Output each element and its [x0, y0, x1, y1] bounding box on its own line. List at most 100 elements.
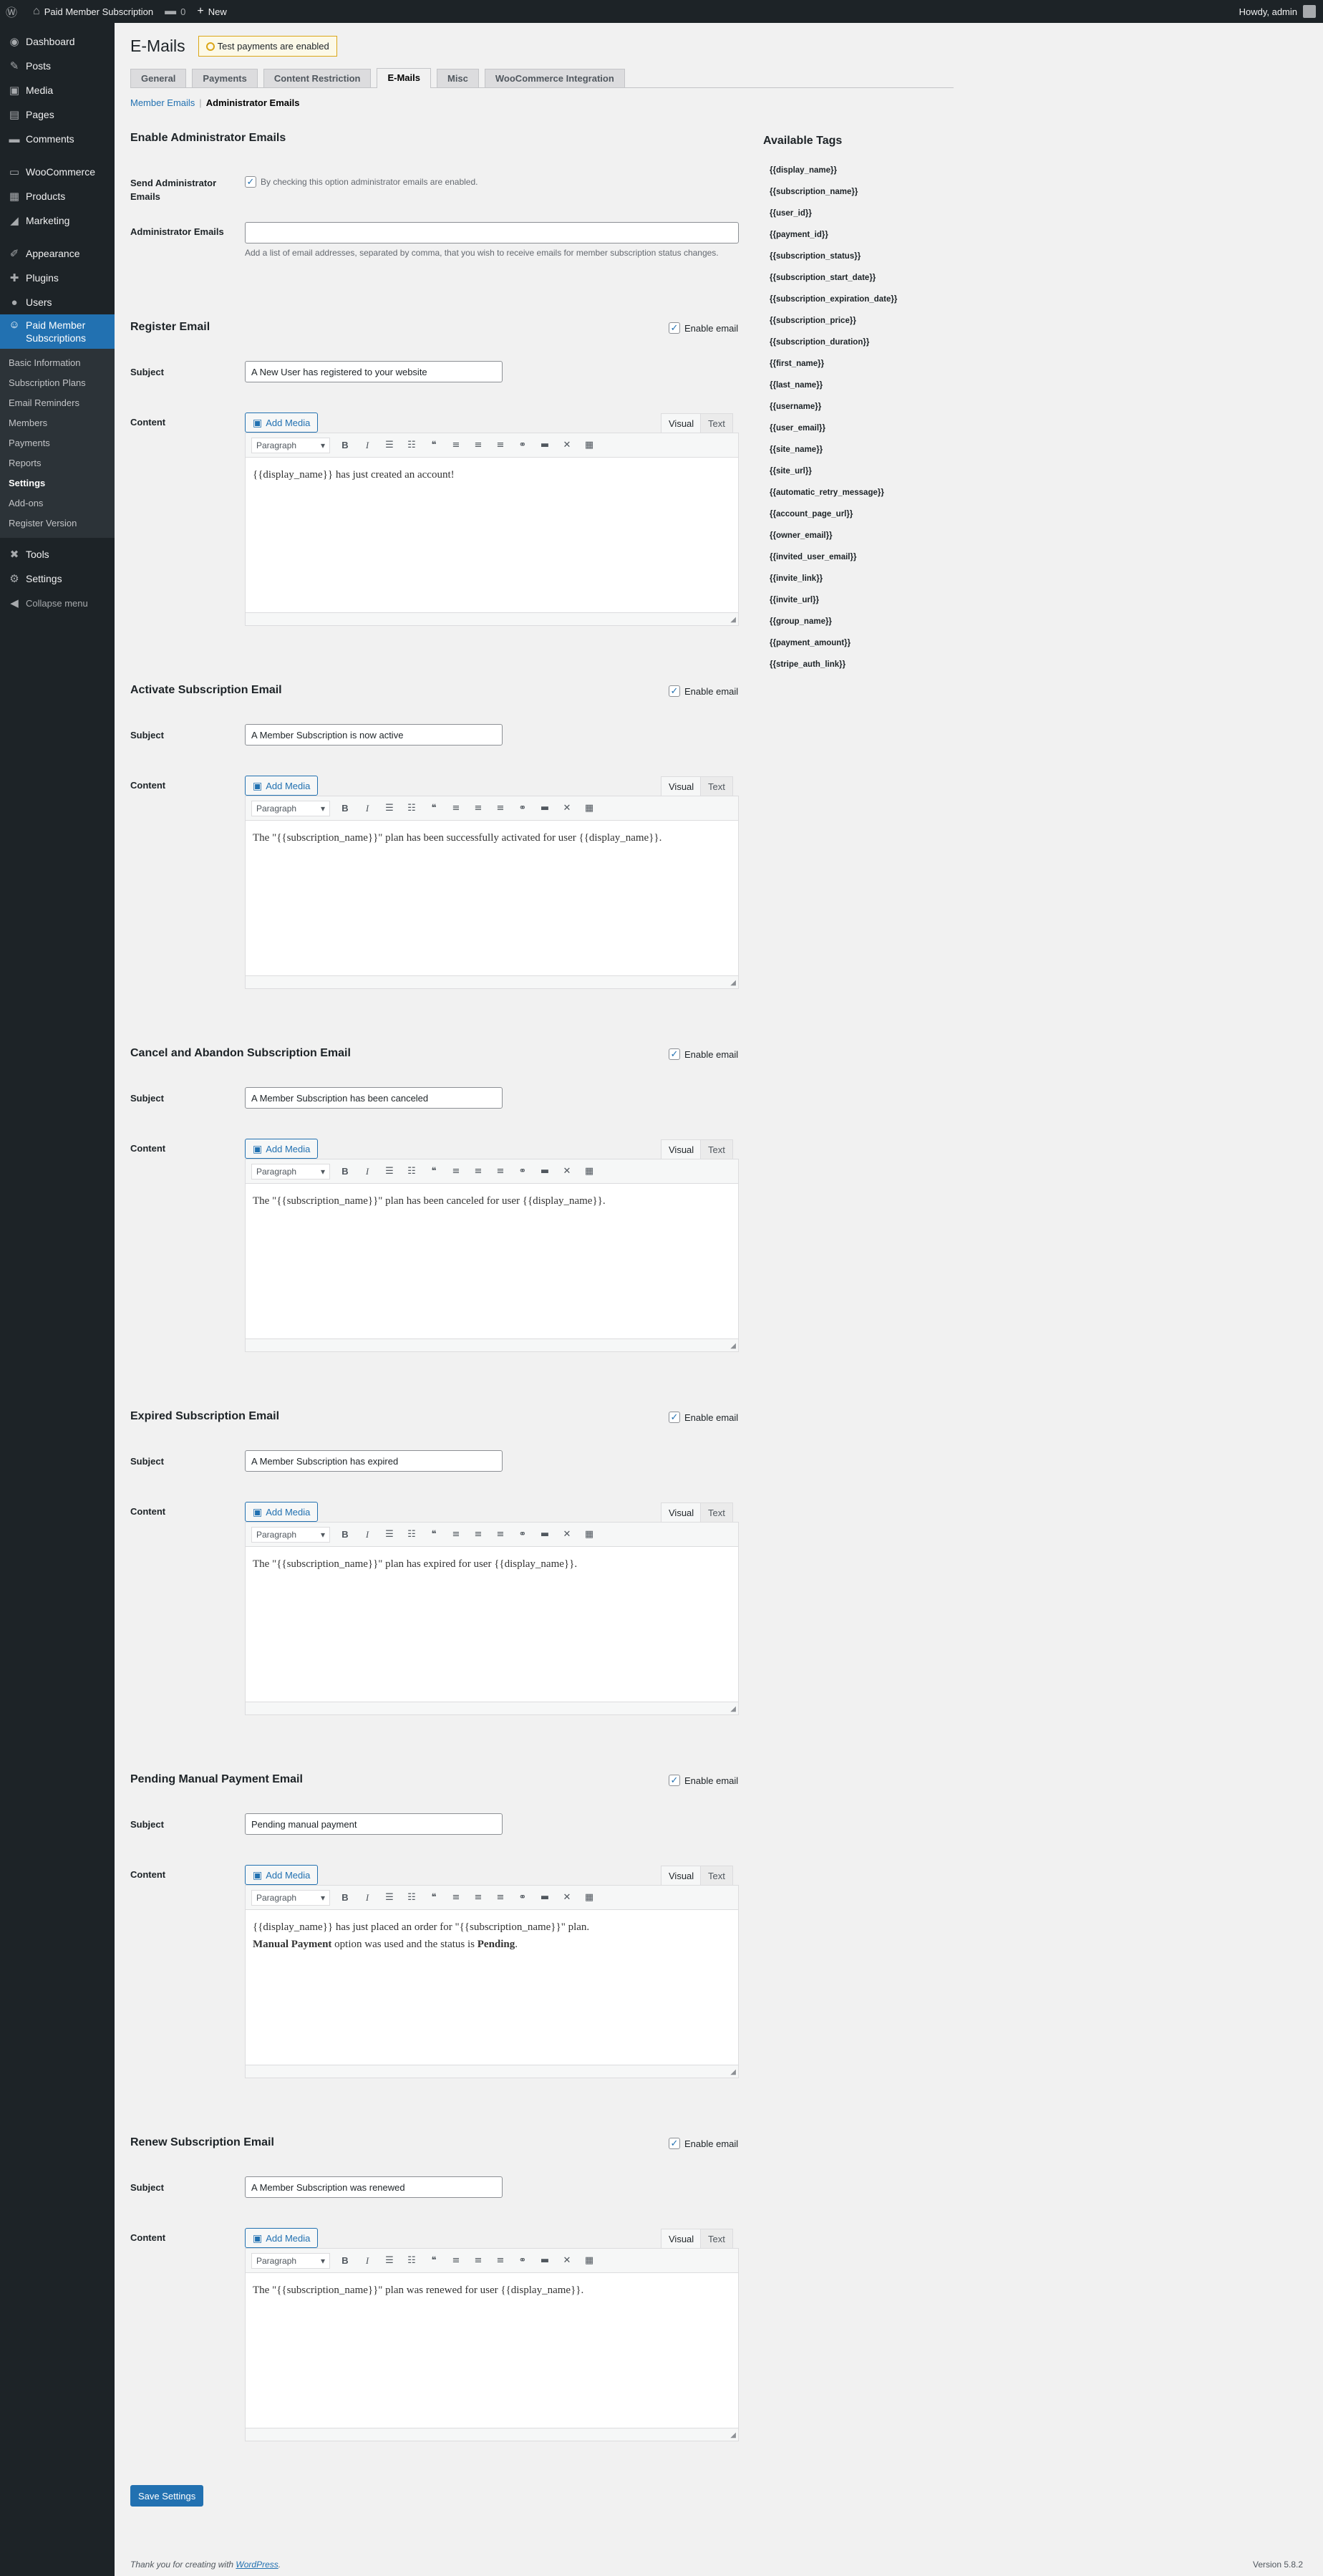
bullet-list-icon[interactable]: ☰ [382, 2253, 397, 2269]
paragraph-format-select[interactable]: Paragraph ▾ [251, 800, 330, 816]
expired-subscription-email-visual-tab[interactable]: Visual [661, 1502, 702, 1522]
pending-manual-payment-email-subject-input[interactable]: Pending manual payment [245, 1813, 503, 1835]
my-account-link[interactable]: Howdy, admin [1239, 5, 1323, 18]
enable-email-checkbox[interactable]: ✓ [669, 685, 680, 697]
submenu-item-register-version[interactable]: Register Version [0, 513, 115, 534]
align-center-icon[interactable]: ≡ [470, 1527, 486, 1543]
submenu-item-members[interactable]: Members [0, 413, 115, 433]
link-icon[interactable]: ⚭ [515, 2253, 530, 2269]
align-right-icon[interactable]: ≡ [493, 2253, 508, 2269]
fullscreen-icon[interactable]: ✕ [559, 1890, 575, 1906]
numbered-list-icon[interactable]: ☷ [404, 801, 420, 816]
register-email-text-tab[interactable]: Text [700, 413, 733, 433]
resize-handle-icon[interactable]: ◢ [730, 979, 736, 987]
link-icon[interactable]: ⚭ [515, 438, 530, 453]
blockquote-icon[interactable]: ❝ [426, 438, 442, 453]
read-more-icon[interactable]: ▬ [537, 1164, 553, 1180]
pending-manual-payment-email-enable-email[interactable]: ✓ Enable email [669, 1775, 738, 1786]
align-left-icon[interactable]: ≡ [448, 1164, 464, 1180]
toolbar-toggle-icon[interactable]: ▦ [581, 801, 597, 816]
align-right-icon[interactable]: ≡ [493, 1890, 508, 1906]
sidebar-item-plugins[interactable]: ✚ Plugins [0, 266, 115, 290]
read-more-icon[interactable]: ▬ [537, 2253, 553, 2269]
cancel-and-abandon-subscription-email-add-media-button[interactable]: ▣ Add Media [245, 1139, 319, 1159]
wordpress-logo-button[interactable]: Ⓦ [0, 0, 27, 23]
tab-content-restriction[interactable]: Content Restriction [263, 69, 372, 87]
resize-handle-icon[interactable]: ◢ [730, 616, 736, 624]
fullscreen-icon[interactable]: ✕ [559, 2253, 575, 2269]
register-email-subject-input[interactable]: A New User has registered to your websit… [245, 361, 503, 382]
blockquote-icon[interactable]: ❝ [426, 1890, 442, 1906]
expired-subscription-email-text-tab[interactable]: Text [700, 1502, 733, 1522]
pending-manual-payment-email-visual-tab[interactable]: Visual [661, 1866, 702, 1885]
send-admin-emails-checkbox[interactable]: ✓ [245, 176, 256, 188]
sidebar-item-appearance[interactable]: ✐ Appearance [0, 241, 115, 266]
bold-icon[interactable]: B [337, 801, 353, 816]
align-center-icon[interactable]: ≡ [470, 1164, 486, 1180]
register-email-enable-email[interactable]: ✓ Enable email [669, 322, 738, 334]
toolbar-toggle-icon[interactable]: ▦ [581, 1890, 597, 1906]
sidebar-item-users[interactable]: ● Users [0, 290, 115, 314]
sidebar-item-pages[interactable]: ▤ Pages [0, 102, 115, 127]
align-left-icon[interactable]: ≡ [448, 801, 464, 816]
submenu-item-settings[interactable]: Settings [0, 473, 115, 493]
enable-email-checkbox[interactable]: ✓ [669, 1412, 680, 1423]
register-email-visual-tab[interactable]: Visual [661, 413, 702, 433]
bullet-list-icon[interactable]: ☰ [382, 1527, 397, 1543]
submenu-item-email-reminders[interactable]: Email Reminders [0, 393, 115, 413]
expired-subscription-email-enable-email[interactable]: ✓ Enable email [669, 1412, 738, 1423]
numbered-list-icon[interactable]: ☷ [404, 1527, 420, 1543]
sidebar-item-settings[interactable]: ⚙ Settings [0, 566, 115, 591]
cancel-and-abandon-subscription-email-enable-email[interactable]: ✓ Enable email [669, 1048, 738, 1060]
tab-misc[interactable]: Misc [436, 69, 479, 87]
align-center-icon[interactable]: ≡ [470, 1890, 486, 1906]
sidebar-item-marketing[interactable]: ◢ Marketing [0, 208, 115, 233]
renew-subscription-email-add-media-button[interactable]: ▣ Add Media [245, 2228, 319, 2248]
align-left-icon[interactable]: ≡ [448, 2253, 464, 2269]
cancel-and-abandon-subscription-email-visual-tab[interactable]: Visual [661, 1139, 702, 1159]
expired-subscription-email-editor-body[interactable]: The "{{subscription_name}}" plan has exp… [246, 1547, 738, 1581]
toolbar-toggle-icon[interactable]: ▦ [581, 1527, 597, 1543]
read-more-icon[interactable]: ▬ [537, 438, 553, 453]
expired-subscription-email-subject-input[interactable]: A Member Subscription has expired [245, 1450, 503, 1472]
numbered-list-icon[interactable]: ☷ [404, 438, 420, 453]
resize-handle-icon[interactable]: ◢ [730, 2431, 736, 2439]
read-more-icon[interactable]: ▬ [537, 801, 553, 816]
admin-emails-field[interactable] [245, 222, 739, 243]
pending-manual-payment-email-add-media-button[interactable]: ▣ Add Media [245, 1865, 319, 1885]
collapse-menu-button[interactable]: ◀ Collapse menu [0, 591, 115, 615]
bold-icon[interactable]: B [337, 1890, 353, 1906]
activate-subscription-email-visual-tab[interactable]: Visual [661, 776, 702, 796]
link-icon[interactable]: ⚭ [515, 1164, 530, 1180]
sidebar-item-dashboard[interactable]: ◉ Dashboard [0, 29, 115, 54]
activate-subscription-email-text-tab[interactable]: Text [700, 776, 733, 796]
submenu-item-subscription-plans[interactable]: Subscription Plans [0, 373, 115, 393]
renew-subscription-email-subject-input[interactable]: A Member Subscription was renewed [245, 2176, 503, 2198]
align-left-icon[interactable]: ≡ [448, 1890, 464, 1906]
sidebar-item-posts[interactable]: ✎ Posts [0, 54, 115, 78]
align-right-icon[interactable]: ≡ [493, 1164, 508, 1180]
blockquote-icon[interactable]: ❝ [426, 1527, 442, 1543]
bullet-list-icon[interactable]: ☰ [382, 801, 397, 816]
fullscreen-icon[interactable]: ✕ [559, 1164, 575, 1180]
resize-handle-icon[interactable]: ◢ [730, 2068, 736, 2076]
enable-email-checkbox[interactable]: ✓ [669, 1775, 680, 1786]
italic-icon[interactable]: I [359, 1527, 375, 1543]
cancel-and-abandon-subscription-email-text-tab[interactable]: Text [700, 1139, 733, 1159]
expired-subscription-email-add-media-button[interactable]: ▣ Add Media [245, 1502, 319, 1522]
enable-email-checkbox[interactable]: ✓ [669, 322, 680, 334]
pending-manual-payment-email-text-tab[interactable]: Text [700, 1866, 733, 1885]
link-icon[interactable]: ⚭ [515, 1527, 530, 1543]
resize-handle-icon[interactable]: ◢ [730, 1705, 736, 1713]
pending-manual-payment-email-editor-body[interactable]: {{display_name}} has just placed an orde… [246, 1910, 738, 1962]
site-name-link[interactable]: ⌂ Paid Member Subscription [27, 0, 159, 23]
renew-subscription-email-editor-body[interactable]: The "{{subscription_name}}" plan was ren… [246, 2273, 738, 2307]
bold-icon[interactable]: B [337, 1527, 353, 1543]
align-right-icon[interactable]: ≡ [493, 801, 508, 816]
blockquote-icon[interactable]: ❝ [426, 2253, 442, 2269]
renew-subscription-email-text-tab[interactable]: Text [700, 2229, 733, 2248]
tab-payments[interactable]: Payments [192, 69, 258, 87]
align-left-icon[interactable]: ≡ [448, 1527, 464, 1543]
tab-woocommerce-integration[interactable]: WooCommerce Integration [484, 69, 625, 87]
tab-e-mails[interactable]: E-Mails [377, 68, 431, 88]
